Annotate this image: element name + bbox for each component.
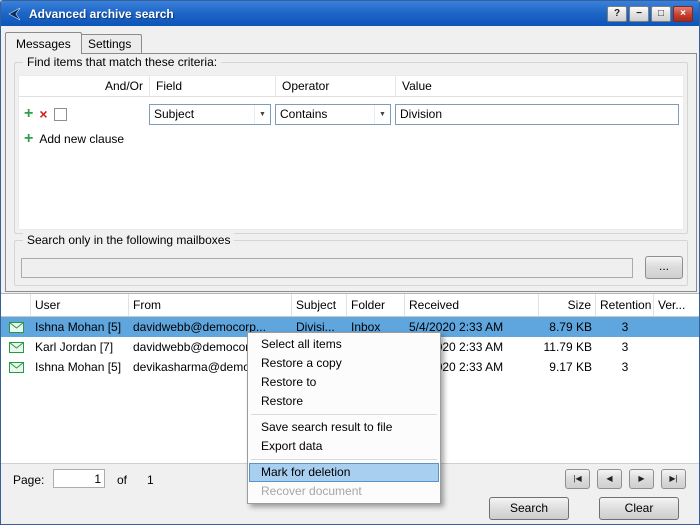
col-received[interactable]: Received bbox=[405, 294, 539, 316]
minimize-button[interactable]: − bbox=[629, 6, 649, 22]
last-page-button[interactable]: ▶| bbox=[661, 469, 686, 489]
clause-controls: + × bbox=[19, 107, 149, 121]
criteria-header-row: And/Or Field Operator Value bbox=[19, 76, 683, 97]
col-header-field: Field bbox=[149, 76, 275, 96]
col-retention[interactable]: Retention bbox=[596, 294, 654, 316]
remove-clause-icon[interactable]: × bbox=[39, 107, 47, 121]
add-clause-icon[interactable]: + bbox=[24, 107, 33, 121]
mailboxes-group: Search only in the following mailboxes .… bbox=[14, 240, 688, 286]
tab-messages[interactable]: Messages bbox=[5, 32, 82, 54]
col-user[interactable]: User bbox=[31, 294, 129, 316]
results-header-row: User From Subject Folder Received Size R… bbox=[1, 294, 700, 317]
clause-checkbox[interactable] bbox=[54, 108, 67, 121]
next-page-button[interactable]: ▶ bbox=[629, 469, 654, 489]
window-title: Advanced archive search bbox=[29, 7, 601, 21]
previous-page-button[interactable]: ◀ bbox=[597, 469, 622, 489]
tab-settings[interactable]: Settings bbox=[77, 34, 142, 53]
col-header-and-or: And/Or bbox=[19, 76, 149, 96]
plus-icon: + bbox=[24, 132, 33, 146]
cell-user: Ishna Mohan [5] bbox=[31, 317, 129, 337]
advanced-archive-search-window: Advanced archive search ? − □ × Messages… bbox=[0, 0, 700, 525]
cell-size: 9.17 KB bbox=[539, 357, 596, 377]
add-new-clause-link[interactable]: + Add new clause bbox=[19, 129, 683, 149]
menu-item-recover-document: Recover document bbox=[249, 482, 439, 501]
menu-item-select-all-items[interactable]: Select all items bbox=[249, 335, 439, 354]
menu-item-restore-to[interactable]: Restore to bbox=[249, 373, 439, 392]
cell-retention: 3 bbox=[596, 337, 654, 357]
col-header-operator: Operator bbox=[275, 76, 395, 96]
context-menu: Select all items Restore a copy Restore … bbox=[247, 332, 441, 504]
maximize-button[interactable]: □ bbox=[651, 6, 671, 22]
window-controls: ? − □ × bbox=[607, 6, 693, 22]
page-number-input[interactable] bbox=[53, 469, 105, 488]
cell-size: 11.79 KB bbox=[539, 337, 596, 357]
col-subject[interactable]: Subject bbox=[292, 294, 347, 316]
menu-separator bbox=[251, 414, 437, 415]
col-folder[interactable]: Folder bbox=[347, 294, 405, 316]
col-size[interactable]: Size bbox=[539, 294, 596, 316]
field-dropdown[interactable]: Subject ▼ bbox=[149, 104, 271, 125]
search-button[interactable]: Search bbox=[489, 497, 569, 520]
add-new-clause-label: Add new clause bbox=[39, 132, 124, 146]
cell-size: 8.79 KB bbox=[539, 317, 596, 337]
col-version[interactable]: Ver... bbox=[654, 294, 700, 316]
chevron-down-icon: ▼ bbox=[374, 105, 390, 124]
operator-dropdown-value: Contains bbox=[276, 107, 374, 121]
col-icon bbox=[1, 294, 31, 316]
close-button[interactable]: × bbox=[673, 6, 693, 22]
mailboxes-group-label: Search only in the following mailboxes bbox=[23, 233, 234, 247]
criteria-grid: And/Or Field Operator Value + × Subject … bbox=[18, 75, 684, 230]
cell-retention: 3 bbox=[596, 317, 654, 337]
messages-tab-page: Find items that match these criteria: An… bbox=[5, 53, 697, 292]
menu-item-restore[interactable]: Restore bbox=[249, 392, 439, 411]
title-bar: Advanced archive search ? − □ × bbox=[1, 1, 699, 26]
criteria-group: Find items that match these criteria: An… bbox=[14, 62, 688, 234]
menu-item-restore-a-copy[interactable]: Restore a copy bbox=[249, 354, 439, 373]
help-button[interactable]: ? bbox=[607, 6, 627, 22]
page-label: Page: bbox=[13, 473, 44, 487]
cell-user: Ishna Mohan [5] bbox=[31, 357, 129, 377]
col-header-value: Value bbox=[395, 76, 683, 96]
value-input[interactable] bbox=[395, 104, 679, 125]
chevron-down-icon: ▼ bbox=[254, 105, 270, 124]
clear-button[interactable]: Clear bbox=[599, 497, 679, 520]
cell-retention: 3 bbox=[596, 357, 654, 377]
menu-separator bbox=[251, 459, 437, 460]
mailboxes-input[interactable] bbox=[21, 258, 633, 278]
criteria-group-label: Find items that match these criteria: bbox=[23, 55, 221, 69]
col-from[interactable]: From bbox=[129, 294, 292, 316]
envelope-icon bbox=[1, 342, 31, 353]
first-page-button[interactable]: |◀ bbox=[565, 469, 590, 489]
envelope-icon bbox=[1, 362, 31, 373]
criteria-clause-row: + × Subject ▼ Contains ▼ bbox=[19, 97, 683, 129]
menu-item-export-data[interactable]: Export data bbox=[249, 437, 439, 456]
field-dropdown-value: Subject bbox=[150, 107, 254, 121]
menu-item-mark-for-deletion[interactable]: Mark for deletion bbox=[249, 463, 439, 482]
page-of-label: of bbox=[117, 473, 127, 487]
menu-item-save-search-result-to-file[interactable]: Save search result to file bbox=[249, 418, 439, 437]
operator-dropdown[interactable]: Contains ▼ bbox=[275, 104, 391, 125]
app-icon bbox=[7, 6, 23, 22]
envelope-icon bbox=[1, 322, 31, 333]
page-total-label: 1 bbox=[147, 473, 154, 487]
cell-user: Karl Jordan [7] bbox=[31, 337, 129, 357]
browse-mailboxes-button[interactable]: ... bbox=[645, 256, 683, 279]
